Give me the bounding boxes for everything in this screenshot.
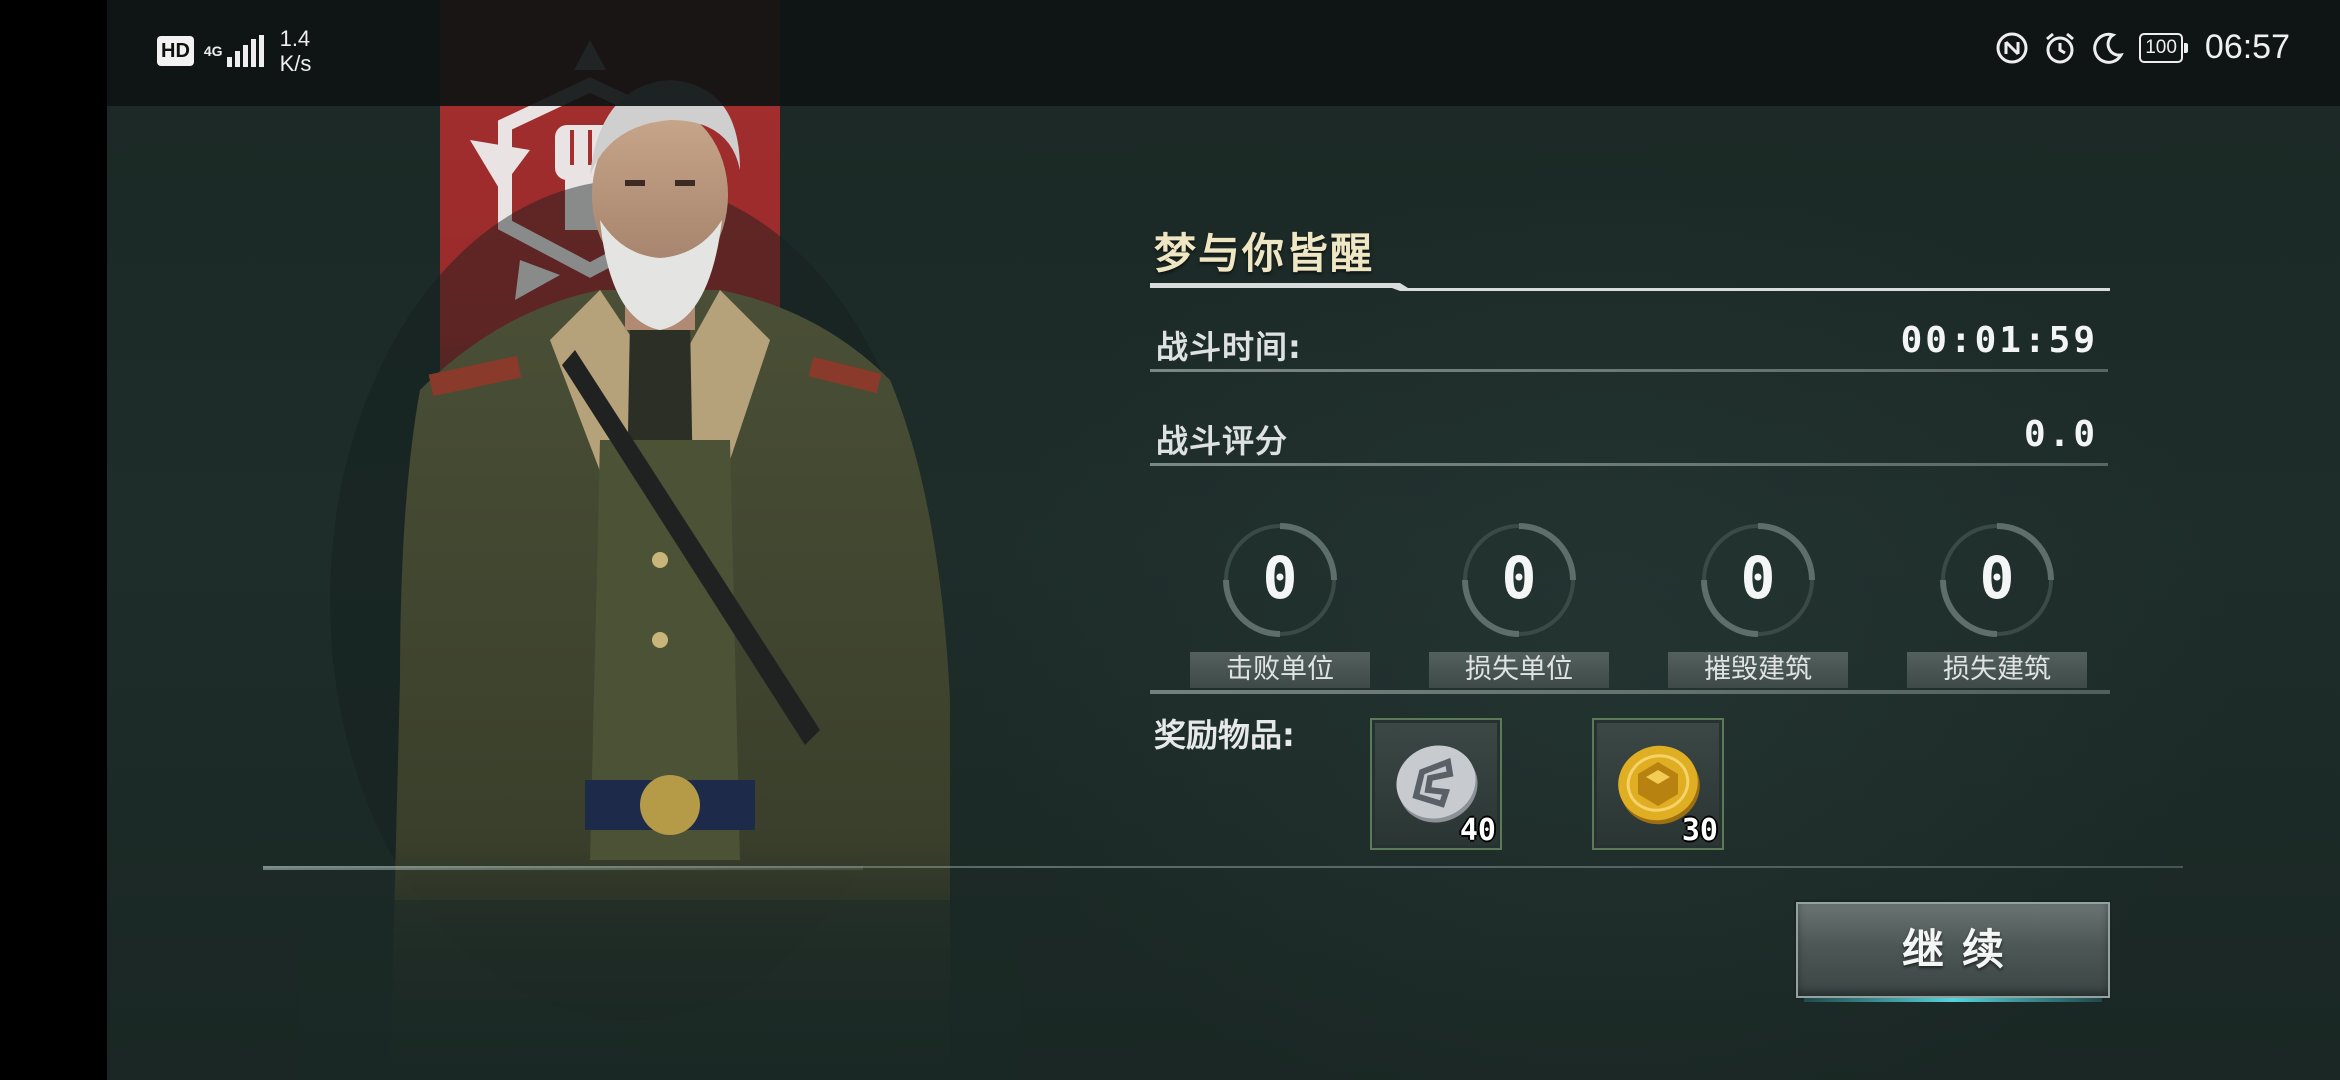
counter-units-defeated: 0 击败单位 (1187, 520, 1373, 690)
signal-icon (226, 35, 264, 67)
net-speed-unit: K/s (279, 51, 312, 76)
counter-value: 0 (1979, 544, 2015, 612)
battle-score-value: 0.0 (2023, 414, 2098, 455)
counter-label: 摧毁建筑 (1668, 652, 1848, 688)
counters-divider (1150, 690, 2110, 694)
counter-buildings-lost: 0 损失建筑 (1904, 520, 2090, 690)
row-divider (1150, 369, 2108, 372)
counter-label: 损失建筑 (1907, 652, 2087, 688)
counter-label: 损失单位 (1429, 652, 1609, 688)
battle-time-row: 战斗时间: 00:01:59 (1150, 316, 2110, 372)
continue-button[interactable]: 继续 (1796, 902, 2110, 1002)
battle-time-value: 00:01:59 (1900, 320, 2098, 361)
net-speed: 1.4 K/s (280, 26, 312, 76)
left-accent-divider (263, 866, 863, 870)
battery-icon: 100 (2139, 32, 2188, 63)
battle-time-label: 战斗时间: (1156, 328, 1302, 366)
battle-score-label: 战斗评分 (1156, 422, 1289, 460)
title-underline (1150, 283, 2110, 291)
counter-value: 0 (1740, 544, 1776, 612)
reward-item-silver[interactable]: 40 (1370, 718, 1502, 850)
reward-count: 30 (1681, 813, 1718, 848)
status-bar: HD 4G 1.4 K/s 100 06:57 (107, 0, 2340, 106)
nfc-icon (1995, 31, 2029, 65)
counter-label: 击败单位 (1190, 652, 1370, 688)
battle-counters: 0 击败单位 0 损失单位 0 摧毁建筑 0 损失建筑 (1150, 520, 2110, 690)
alarm-icon (2043, 31, 2077, 65)
screen-left-edge (0, 0, 107, 1080)
commander-portrait (300, 80, 1020, 1080)
clock: 06:57 (2204, 28, 2290, 66)
hd-badge: HD (157, 36, 194, 66)
row-divider (1150, 463, 2108, 466)
counter-units-lost: 0 损失单位 (1426, 520, 1612, 690)
battle-score-row: 战斗评分 0.0 (1150, 410, 2110, 466)
network-type: 4G (203, 43, 223, 59)
net-speed-value: 1.4 (279, 26, 311, 51)
counter-buildings-destroyed: 0 摧毁建筑 (1665, 520, 1851, 690)
counter-value: 0 (1262, 544, 1298, 612)
counter-value: 0 (1501, 544, 1537, 612)
reward-count: 40 (1459, 813, 1496, 848)
reward-item-gold[interactable]: 30 (1592, 718, 1724, 850)
moon-icon (2091, 31, 2125, 65)
mission-title: 梦与你皆醒 (1154, 229, 1375, 278)
rewards-label: 奖励物品: (1154, 716, 1295, 754)
network-indicator: 4G (204, 35, 264, 67)
continue-button-label: 继续 (1901, 925, 2022, 974)
